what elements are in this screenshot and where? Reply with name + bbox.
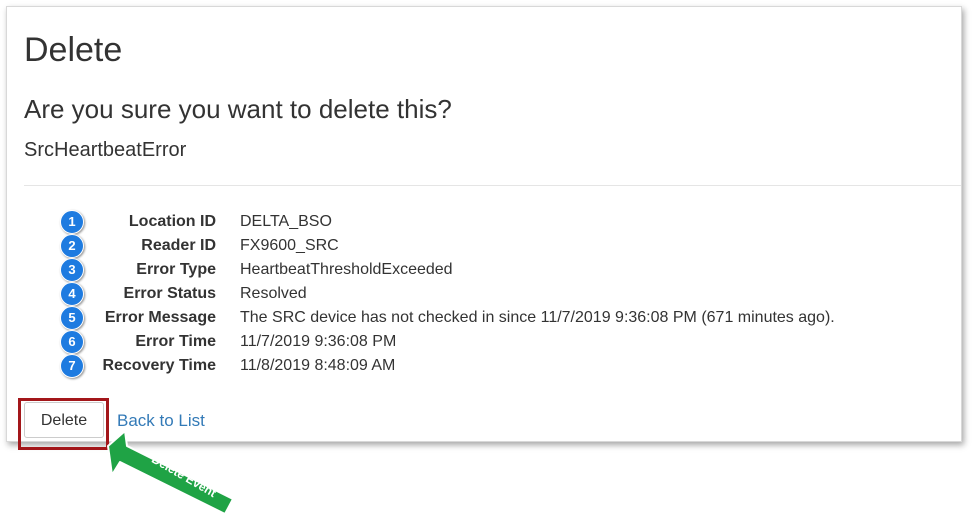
detail-row-error-type: 3 Error Type HeartbeatThresholdExceeded [0,258,960,282]
divider [24,185,961,186]
detail-value: 11/7/2019 9:36:08 PM [240,333,397,350]
step-number-badge: 5 [60,306,84,330]
detail-value: FX9600_SRC [240,237,339,254]
detail-label: Error Message [104,309,216,326]
detail-label: Error Time [135,333,216,350]
detail-row-reader-id: 2 Reader ID FX9600_SRC [0,234,960,258]
delete-highlight-box [18,398,109,450]
back-to-list-link[interactable]: Back to List [117,411,205,431]
detail-row-error-status: 4 Error Status Resolved [0,282,960,306]
page-title: Delete [24,31,123,69]
detail-label: Reader ID [141,237,216,254]
detail-value: The SRC device has not checked in since … [240,309,835,326]
step-number-badge: 3 [60,258,84,282]
detail-value: HeartbeatThresholdExceeded [240,261,453,278]
detail-row-error-time: 6 Error Time 11/7/2019 9:36:08 PM [0,330,960,354]
step-number-badge: 7 [60,354,84,378]
detail-label: Error Type [136,261,216,278]
confirm-question: Are you sure you want to delete this? [24,94,452,124]
entity-name: SrcHeartbeatError [24,139,187,161]
detail-row-error-message: 5 Error Message The SRC device has not c… [0,306,960,330]
callout-arrow-label: Delete Event [149,451,219,501]
step-number-badge: 1 [60,210,84,234]
detail-value: DELTA_BSO [240,213,332,230]
step-number-badge: 4 [60,282,84,306]
step-number-badge: 2 [60,234,84,258]
detail-value: Resolved [240,285,307,302]
step-number-badge: 6 [60,330,84,354]
detail-row-location-id: 1 Location ID DELTA_BSO [0,210,960,234]
detail-label: Error Status [123,285,216,302]
detail-value: 11/8/2019 8:48:09 AM [240,357,396,374]
detail-label: Location ID [128,213,216,230]
detail-label: Recovery Time [102,357,216,374]
detail-row-recovery-time: 7 Recovery Time 11/8/2019 8:48:09 AM [0,354,960,378]
